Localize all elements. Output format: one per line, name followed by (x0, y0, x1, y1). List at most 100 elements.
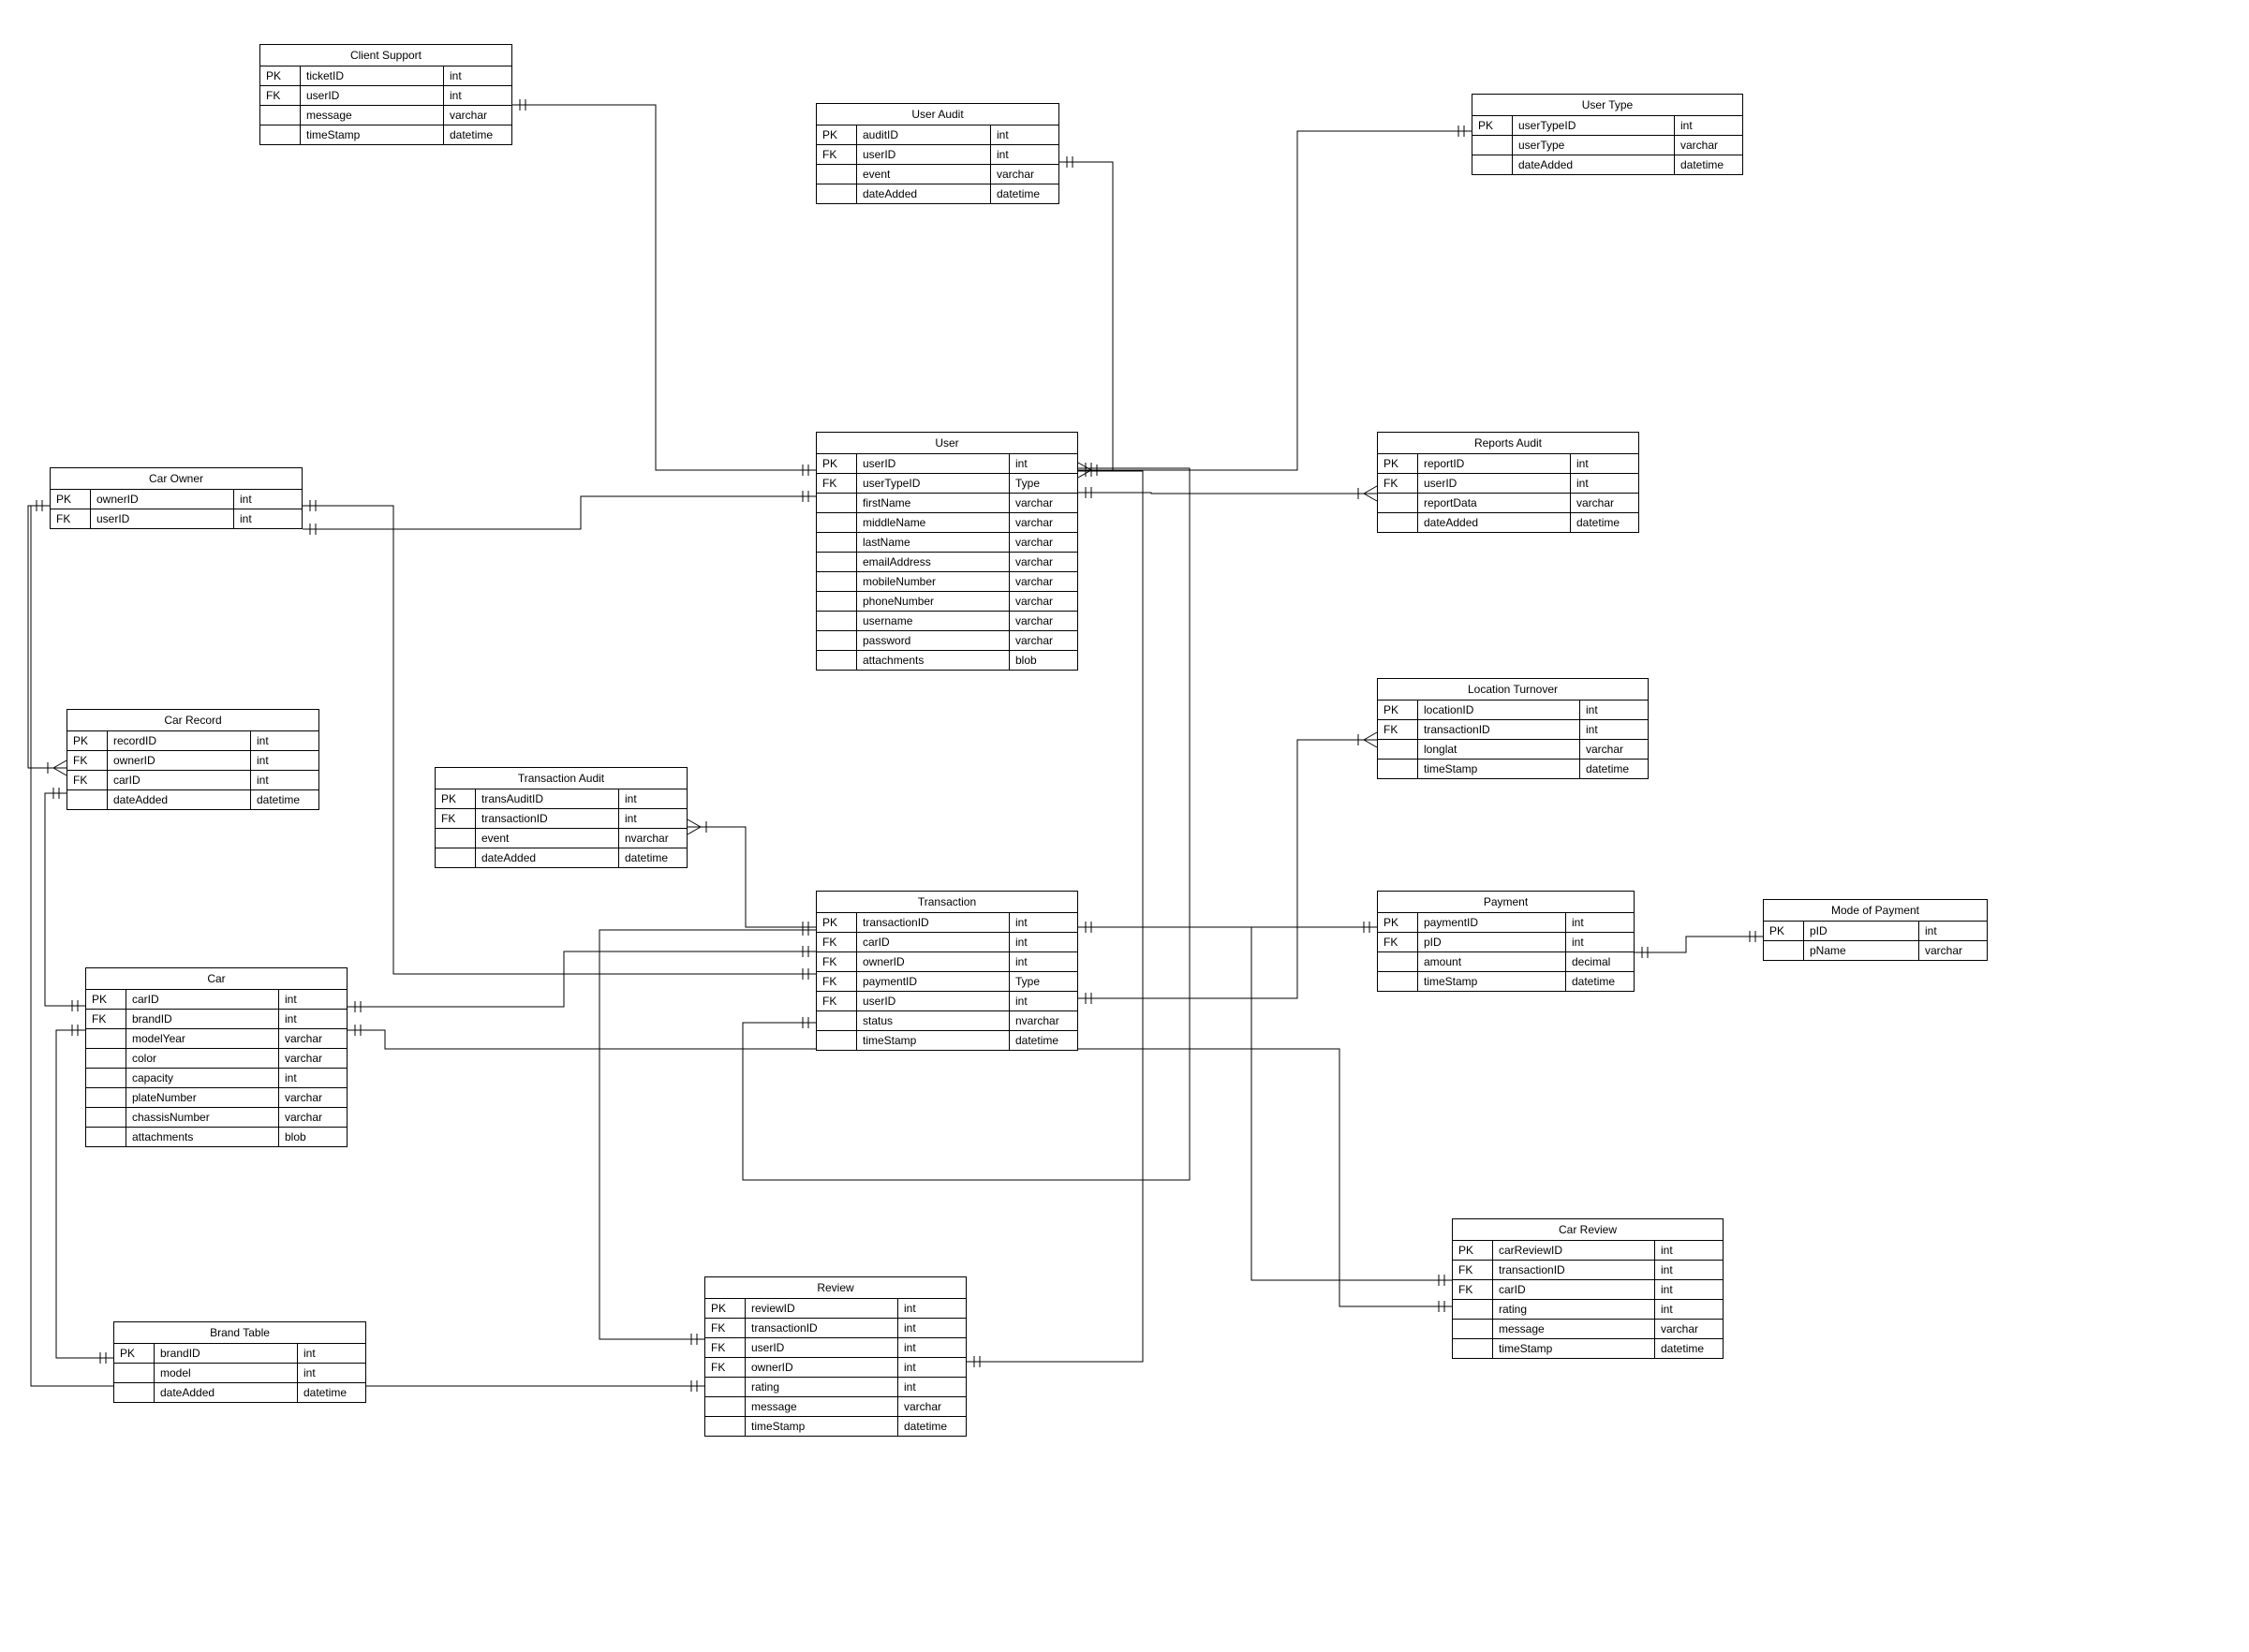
key-cell (705, 1417, 746, 1437)
name-cell: username (857, 612, 1010, 631)
key-cell: PK (1472, 116, 1513, 136)
key-cell: FK (705, 1358, 746, 1378)
name-cell: capacity (126, 1069, 279, 1088)
key-cell: FK (260, 86, 301, 106)
table-row: PKcarIDint (86, 990, 347, 1010)
entity-columns: PKcarReviewIDintFKtransactionIDintFKcarI… (1453, 1241, 1723, 1358)
connector-line (348, 1030, 1452, 1306)
connector-line (303, 506, 816, 974)
table-row: dateAddeddatetime (1472, 155, 1742, 175)
type-cell: varchar (279, 1108, 348, 1128)
key-cell (817, 533, 857, 553)
connector-line (1635, 937, 1763, 952)
type-cell: int (1566, 933, 1635, 952)
type-cell: varchar (1010, 572, 1078, 592)
name-cell: message (746, 1397, 898, 1417)
table-row: phoneNumbervarchar (817, 592, 1077, 612)
type-cell: varchar (279, 1088, 348, 1108)
type-cell: int (898, 1299, 967, 1319)
name-cell: userID (91, 509, 234, 529)
entity-transaction_audit: Transaction AuditPKtransAuditIDintFKtran… (435, 767, 688, 868)
table-row: eventnvarchar (436, 829, 687, 848)
type-cell: varchar (898, 1397, 967, 1417)
table-row: FKtransactionIDint (1453, 1261, 1723, 1280)
table-row: FKownerIDint (817, 952, 1077, 972)
key-cell: PK (86, 990, 126, 1010)
key-cell (817, 651, 857, 671)
name-cell: timeStamp (1418, 972, 1566, 992)
type-cell: varchar (444, 106, 512, 125)
name-cell: plateNumber (126, 1088, 279, 1108)
table-row: FKuserIDint (817, 992, 1077, 1011)
key-cell: FK (67, 771, 108, 790)
key-cell (817, 1011, 857, 1031)
table-row: PKticketIDint (260, 66, 511, 86)
key-cell: FK (705, 1338, 746, 1358)
name-cell: dateAdded (155, 1383, 298, 1403)
type-cell: datetime (1655, 1339, 1724, 1359)
entity-title: Car Review (1453, 1219, 1723, 1241)
table-row: PKpaymentIDint (1378, 913, 1634, 933)
name-cell: recordID (108, 731, 251, 751)
name-cell: password (857, 631, 1010, 651)
key-cell: FK (817, 933, 857, 952)
type-cell: int (1571, 474, 1639, 494)
key-cell: FK (817, 972, 857, 992)
name-cell: attachments (126, 1128, 279, 1147)
table-row: PKpIDint (1764, 922, 1987, 941)
type-cell: int (898, 1319, 967, 1338)
entity-payment: PaymentPKpaymentIDintFKpIDintamountdecim… (1377, 891, 1635, 992)
key-cell: FK (1453, 1261, 1493, 1280)
name-cell: pID (1804, 922, 1919, 941)
table-row: FKuserIDint (817, 145, 1058, 165)
key-cell: FK (1453, 1280, 1493, 1300)
entity-user: UserPKuserIDintFKuserTypeIDTypefirstName… (816, 432, 1078, 671)
table-row: usernamevarchar (817, 612, 1077, 631)
entity-title: Brand Table (114, 1322, 365, 1344)
key-cell (436, 848, 476, 868)
name-cell: attachments (857, 651, 1010, 671)
name-cell: ownerID (857, 952, 1010, 972)
name-cell: reviewID (746, 1299, 898, 1319)
type-cell: varchar (1010, 592, 1078, 612)
name-cell: status (857, 1011, 1010, 1031)
table-row: firstNamevarchar (817, 494, 1077, 513)
entity-car_owner: Car OwnerPKownerIDintFKuserIDint (50, 467, 303, 529)
name-cell: locationID (1418, 701, 1580, 720)
name-cell: userTypeID (1513, 116, 1675, 136)
table-row: PKauditIDint (817, 125, 1058, 145)
type-cell: Type (1010, 474, 1078, 494)
key-cell: FK (817, 992, 857, 1011)
entity-columns: PKownerIDintFKuserIDint (51, 490, 302, 528)
table-row: FKuserIDint (260, 86, 511, 106)
table-row: FKtransactionIDint (436, 809, 687, 829)
entity-columns: PKtransactionIDintFKcarIDintFKownerIDint… (817, 913, 1077, 1050)
connector-line (348, 951, 816, 1007)
table-row: capacityint (86, 1069, 347, 1088)
name-cell: ownerID (108, 751, 251, 771)
table-row: dateAddeddatetime (1378, 513, 1638, 533)
key-cell (1378, 740, 1418, 760)
name-cell: color (126, 1049, 279, 1069)
type-cell: blob (279, 1128, 348, 1147)
type-cell: nvarchar (1010, 1011, 1078, 1031)
type-cell: datetime (1571, 513, 1639, 533)
key-cell (1472, 136, 1513, 155)
table-row: PKbrandIDint (114, 1344, 365, 1364)
type-cell: int (1010, 933, 1078, 952)
connector-line (512, 105, 816, 470)
entity-car_review: Car ReviewPKcarReviewIDintFKtransactionI… (1452, 1218, 1724, 1359)
type-cell: int (1010, 952, 1078, 972)
type-cell: int (444, 66, 512, 86)
type-cell: datetime (444, 125, 512, 145)
name-cell: auditID (857, 125, 991, 145)
entity-columns: PKcarIDintFKbrandIDintmodelYearvarcharco… (86, 990, 347, 1146)
type-cell: int (898, 1338, 967, 1358)
key-cell (1378, 494, 1418, 513)
name-cell: dateAdded (1513, 155, 1675, 175)
table-row: timeStampdatetime (260, 125, 511, 145)
entity-title: Car Record (67, 710, 318, 731)
name-cell: rating (1493, 1300, 1655, 1320)
name-cell: event (476, 829, 619, 848)
table-row: PKuserTypeIDint (1472, 116, 1742, 136)
